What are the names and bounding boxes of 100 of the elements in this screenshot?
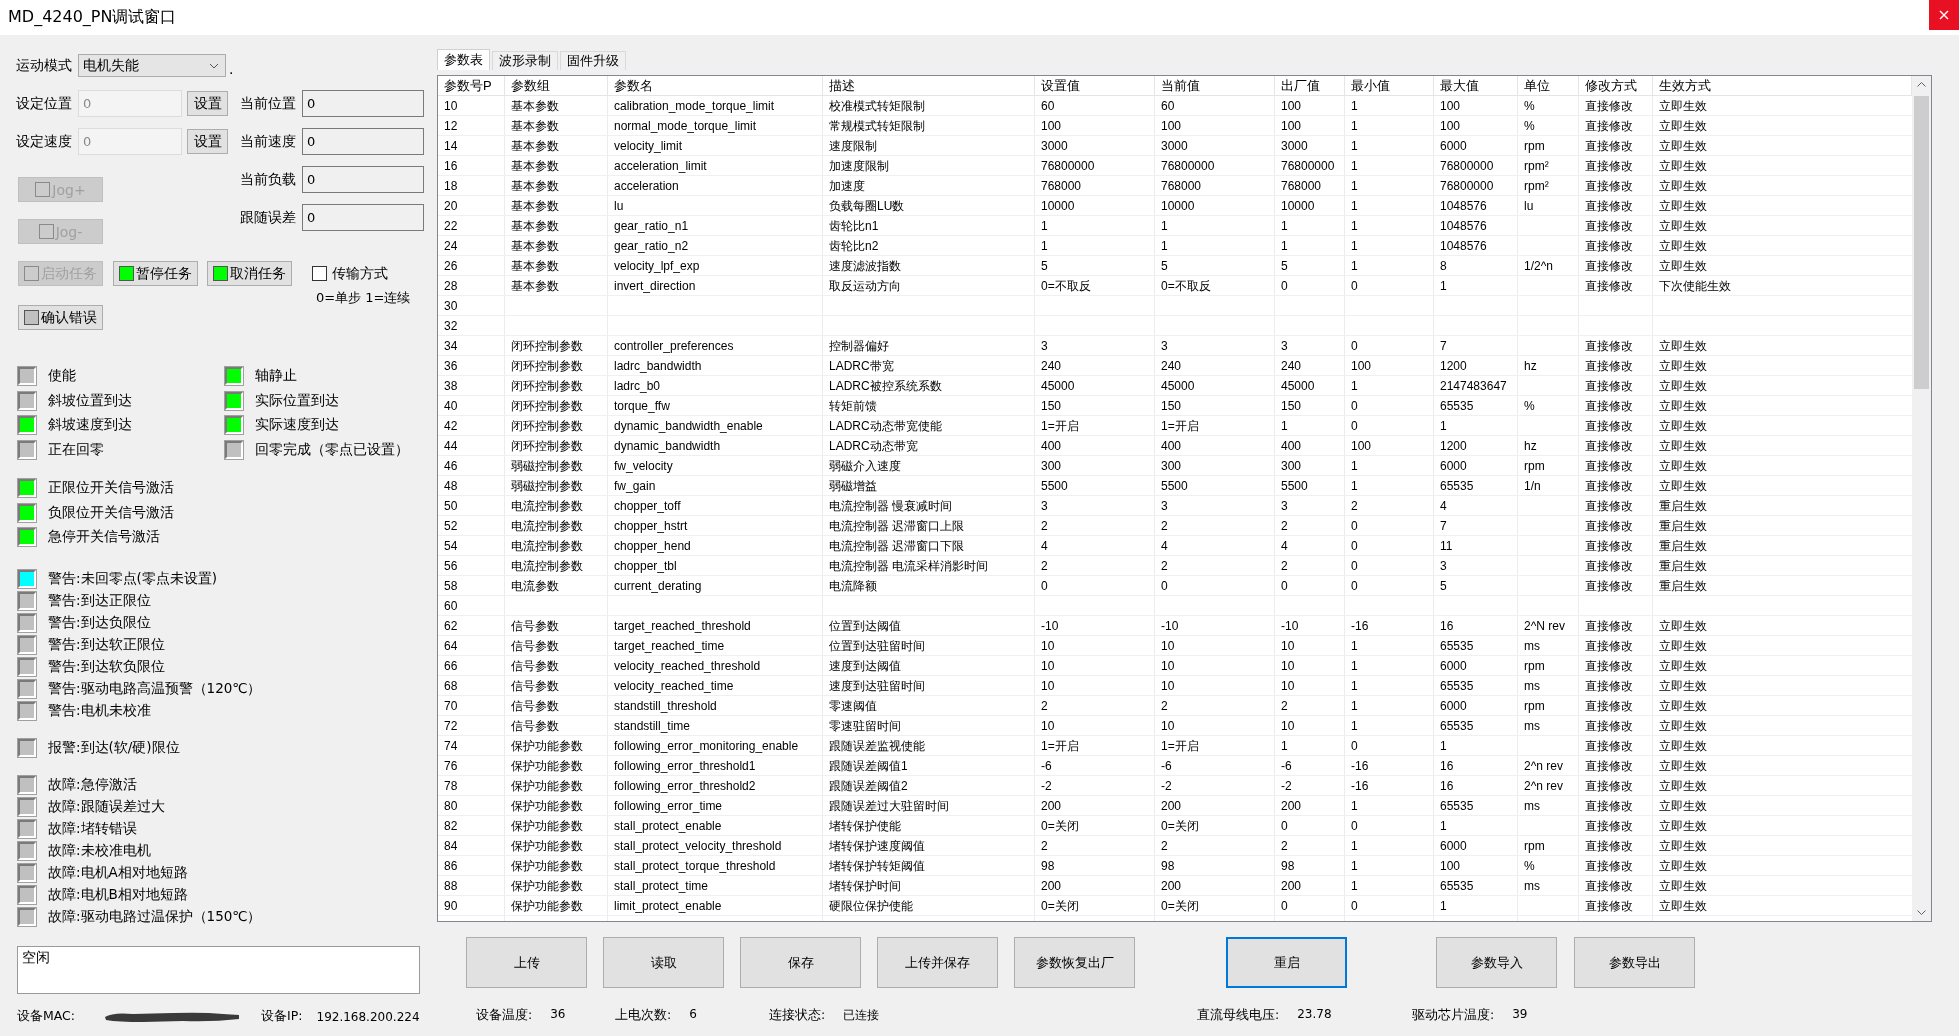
table-cell-text: 0	[1040, 578, 1049, 595]
action-button[interactable]: 读取	[603, 937, 724, 988]
table-cell-text: 1=开启	[1040, 417, 1080, 435]
table-cell-text: lu	[1523, 198, 1535, 215]
table-cell-text: 2^n rev	[1523, 778, 1564, 795]
table-cell-text: 34	[443, 338, 459, 355]
table-cell-text: 0	[1280, 898, 1289, 915]
action-button[interactable]: 上传并保存	[877, 937, 998, 988]
action-button[interactable]: 参数导入	[1436, 937, 1557, 988]
table-cell-text: 2	[1040, 698, 1049, 715]
table-cell-text: 1	[1350, 458, 1359, 475]
tab[interactable]: 固件升级	[560, 51, 626, 70]
table-cell-text: following_error_threshold1	[613, 758, 757, 775]
status-label: 上电次数:	[615, 1006, 672, 1024]
table-cell-text: -10	[1160, 618, 1180, 635]
table-cell-text: 闭环控制参数	[510, 397, 584, 415]
table-cell-text: 5	[1040, 258, 1049, 275]
table-cell-text: 150	[1280, 398, 1303, 415]
column-header[interactable]: 参数名	[608, 76, 823, 96]
hint-text: 0=单步 1=连续	[316, 289, 411, 307]
table-cell-text: 直接修改	[1584, 357, 1634, 375]
column-header[interactable]: 最小值	[1345, 76, 1434, 96]
table-cell-text: -2	[1160, 778, 1173, 795]
scrollbar[interactable]	[1912, 76, 1931, 921]
table-cell-text: 150	[1160, 398, 1183, 415]
column-header[interactable]: 描述	[823, 76, 1035, 96]
table-cell-text: target_reached_threshold	[613, 618, 752, 635]
mode-dropdown[interactable]: 电机失能	[78, 54, 226, 77]
indicator-label: 警告:到达正限位	[48, 591, 151, 610]
table-cell-text: 弱磁控制参数	[510, 457, 584, 475]
checkbox[interactable]	[312, 266, 327, 281]
action-button[interactable]: 重启	[1226, 937, 1347, 988]
checkbox-label: 传输方式	[332, 264, 388, 283]
action-button[interactable]: 上传	[466, 937, 587, 988]
table-cell-text: 400	[1160, 438, 1183, 455]
table-cell-text: 5500	[1040, 478, 1069, 495]
indicator-label: 故障:驱动电路过温保护（150℃）	[48, 907, 262, 926]
task-button[interactable]: 取消任务	[207, 261, 292, 286]
table-cell-text: 0	[1350, 738, 1359, 755]
table-cell-text: 6000	[1439, 698, 1468, 715]
table-cell-text: 16	[1439, 758, 1455, 775]
table-cell-text: 速度到达驻留时间	[828, 677, 926, 695]
table-cell-text: 直接修改	[1584, 117, 1634, 135]
table-cell-text: hz	[1523, 438, 1538, 455]
table-cell-text: ms	[1523, 798, 1541, 815]
column-header[interactable]: 修改方式	[1579, 76, 1653, 96]
table-cell-text: 控制器偏好	[828, 337, 890, 355]
action-button[interactable]: 参数恢复出厂	[1014, 937, 1135, 988]
table-cell-text: 200	[1280, 798, 1303, 815]
confirm-button[interactable]: 确认错误	[18, 305, 103, 330]
table-cell-text: 200	[1160, 798, 1183, 815]
table-cell-text: 76800000	[1040, 158, 1096, 175]
table-cell-text: chopper_tbl	[613, 558, 678, 575]
column-header[interactable]: 最大值	[1434, 76, 1518, 96]
table-cell-text: 68	[443, 678, 459, 695]
action-button[interactable]: 保存	[740, 937, 861, 988]
table-cell-text: 速度到达阈值	[828, 657, 902, 675]
scroll-thumb[interactable]	[1914, 96, 1929, 389]
table-cell-text: 46	[443, 458, 459, 475]
table-cell-text: 信号参数	[510, 717, 560, 735]
table-cell-text: 3000	[1040, 138, 1069, 155]
table-cell-text: 20	[443, 198, 459, 215]
table-cell-text: 10	[1040, 718, 1056, 735]
table-cell-text: 基本参数	[510, 177, 560, 195]
table-cell-text: 直接修改	[1584, 877, 1634, 895]
status-value: 36	[550, 1006, 566, 1023]
table-cell-text: 10	[1280, 658, 1296, 675]
task-button[interactable]: 暂停任务	[112, 261, 198, 286]
table-cell-text: 60	[1040, 98, 1056, 115]
table-cell-text: 1	[1439, 818, 1448, 835]
table-cell-text: 电流控制参数	[510, 497, 584, 515]
column-header[interactable]: 生效方式	[1653, 76, 1912, 96]
table-cell-text: 400	[1280, 438, 1303, 455]
column-header[interactable]: 当前值	[1155, 76, 1275, 96]
table-cell-text: 立即生效	[1658, 217, 1708, 235]
table-cell-text: 1	[1350, 678, 1359, 695]
status-value: 39	[1512, 1006, 1528, 1023]
close-button[interactable]	[1929, 0, 1959, 30]
column-header[interactable]: 参数组	[505, 76, 608, 96]
table-cell-text: %	[1523, 118, 1536, 135]
table-cell-text: 速度滤波指数	[828, 257, 902, 275]
table-cell-text: stall_protect_enable	[613, 818, 723, 835]
table-cell-text: 1	[1350, 858, 1359, 875]
column-header[interactable]: 参数号P	[438, 76, 505, 96]
table-cell-text: 2	[1040, 558, 1049, 575]
table-cell-text: 4	[1280, 538, 1289, 555]
column-header[interactable]: 设置值	[1035, 76, 1155, 96]
table-cell-text: 30	[443, 298, 459, 315]
table-cell-text: 2	[1040, 838, 1049, 855]
table-cell-text: 保护功能参数	[510, 797, 584, 815]
tab[interactable]: 波形录制	[492, 51, 558, 70]
table-cell-text: 直接修改	[1584, 577, 1634, 595]
table-cell-text: 10	[1280, 678, 1296, 695]
table-cell-text: 1	[1280, 238, 1289, 255]
column-header[interactable]: 出厂值	[1275, 76, 1345, 96]
table-cell-text: 2	[1040, 518, 1049, 535]
tab[interactable]: 参数表	[437, 49, 490, 70]
column-header[interactable]: 单位	[1518, 76, 1579, 96]
table-cell-text: 基本参数	[510, 257, 560, 275]
action-button[interactable]: 参数导出	[1574, 937, 1695, 988]
